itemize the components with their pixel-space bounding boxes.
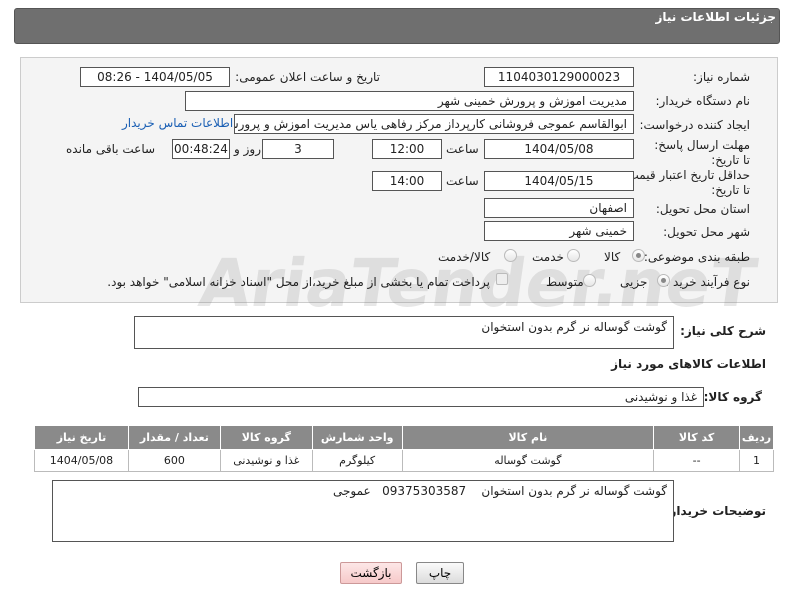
process-radio-medium[interactable] [583, 274, 596, 287]
deadline-date-field[interactable]: 1404/05/08 [484, 139, 634, 159]
back-button[interactable]: بازگشت [340, 562, 402, 584]
province-label: استان محل تحویل: [655, 202, 750, 216]
category-radio-service[interactable] [567, 249, 580, 262]
category-option-goods-service: کالا/خدمت [438, 250, 491, 264]
col-quantity: تعداد / مقدار [127, 425, 221, 450]
col-unit: واحد شمارش [311, 425, 403, 450]
cell-goods-code: -- [653, 449, 741, 472]
cell-goods-group: غذا و نوشیدنی [219, 449, 313, 472]
buyer-notes-label: توضیحات خریدار: [664, 504, 766, 518]
announce-date-label: تاریخ و ساعت اعلان عمومی: [235, 70, 380, 84]
print-button[interactable]: چاپ [416, 562, 464, 584]
treasury-payment-checkbox[interactable] [496, 273, 508, 285]
buyer-org-field[interactable]: مدیریت اموزش و پرورش خمینی شهر [185, 91, 634, 111]
process-option-medium: متوسط [546, 275, 584, 289]
description-label: شرح کلی نیاز: [680, 324, 766, 338]
goods-table-header: ردیف کد کالا نام کالا واحد شمارش گروه کا… [34, 425, 774, 450]
price-validity-time-label: ساعت [446, 174, 479, 188]
cell-quantity: 600 [127, 449, 221, 472]
category-option-goods: کالا [604, 250, 621, 264]
table-row: 1 -- گوشت گوساله کیلوگرم غذا و نوشیدنی 6… [34, 449, 774, 472]
page-title: جزئیات اطلاعات نیاز [655, 10, 776, 24]
goods-group-field[interactable]: غذا و نوشیدنی [138, 387, 704, 407]
process-option-minor: جزیی [620, 275, 648, 289]
goods-info-title: اطلاعات کالاهای مورد نیاز [611, 357, 766, 371]
announce-date-field[interactable]: 1404/05/05 - 08:26 [80, 67, 230, 87]
price-validity-label: حداقل تاریخ اعتبار قیمت: تا تاریخ: [623, 168, 750, 197]
buyer-org-label: نام دستگاه خریدار: [655, 94, 751, 108]
category-label: طبقه بندی موضوعی: [643, 250, 750, 264]
col-row-number: ردیف [739, 425, 774, 450]
col-goods-name: نام کالا [401, 425, 655, 450]
col-need-date: تاریخ نیاز [34, 425, 129, 450]
creator-label: ایجاد کننده درخواست: [639, 118, 750, 132]
price-validity-date-field[interactable]: 1404/05/15 [484, 171, 634, 191]
city-label: شهر محل تحویل: [663, 225, 750, 239]
need-number-label: شماره نیاز: [693, 70, 750, 84]
province-field[interactable]: اصفهان [484, 198, 634, 218]
buyer-notes-textarea[interactable]: گوشت گوساله نر گرم بدون استخوان 09375303… [52, 480, 674, 542]
deadline-time-label: ساعت [446, 142, 479, 156]
cell-row-number: 1 [739, 449, 774, 472]
price-validity-time-field[interactable]: 14:00 [372, 171, 442, 191]
cell-need-date: 1404/05/08 [34, 449, 129, 472]
process-label: نوع فرآیند خرید : [665, 275, 750, 289]
col-goods-code: کد کالا [653, 425, 741, 450]
category-option-service: خدمت [532, 250, 564, 264]
cell-goods-name: گوشت گوساله [401, 449, 655, 472]
buyer-contact-link[interactable]: اطلاعات تماس خریدار [122, 116, 233, 130]
days-label: روز و [234, 142, 261, 156]
creator-field[interactable]: ابوالقاسم عموجی فروشانی کارپرداز مرکز رف… [234, 114, 634, 134]
deadline-label: مهلت ارسال پاسخ: تا تاریخ: [654, 138, 750, 167]
treasury-payment-note: پرداخت تمام یا بخشی از مبلغ خرید،از محل … [107, 275, 490, 289]
col-goods-group: گروه کالا [219, 425, 313, 450]
process-radio-minor[interactable] [657, 274, 670, 287]
category-radio-goods-service[interactable] [504, 249, 517, 262]
need-number-field[interactable]: 1104030129000023 [484, 67, 634, 87]
category-radio-goods[interactable] [632, 249, 645, 262]
cell-unit: کیلوگرم [311, 449, 403, 472]
city-field[interactable]: خمینی شهر [484, 221, 634, 241]
goods-table: ردیف کد کالا نام کالا واحد شمارش گروه کا… [34, 425, 774, 472]
remaining-time-label: ساعت باقی مانده [66, 142, 156, 156]
description-textarea[interactable]: گوشت گوساله نر گرم بدون استخوان [134, 316, 674, 349]
goods-group-label: گروه کالا: [703, 390, 762, 404]
days-remaining-field[interactable]: 3 [262, 139, 334, 159]
remaining-time-field[interactable]: 00:48:24 [172, 139, 230, 159]
deadline-time-field[interactable]: 12:00 [372, 139, 442, 159]
